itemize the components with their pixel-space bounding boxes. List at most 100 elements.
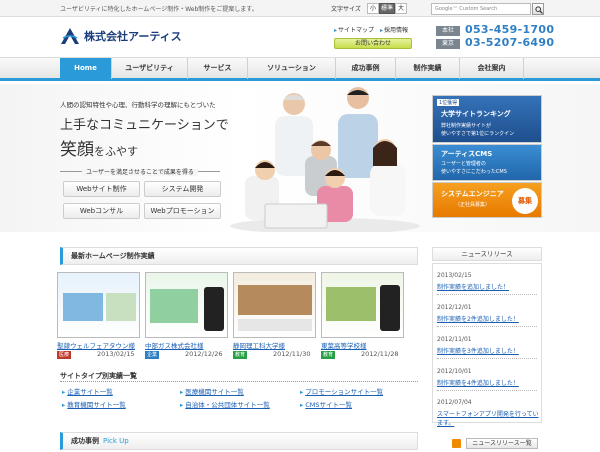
work-thumbnail[interactable] bbox=[233, 272, 316, 338]
office-label-tokyo: 東京 bbox=[436, 39, 460, 49]
rss-icon[interactable] bbox=[452, 439, 461, 448]
work-name[interactable]: 聖隷ウェルフェアタウン様 bbox=[57, 340, 135, 350]
sitemap-link[interactable]: サイトマップ bbox=[334, 25, 374, 34]
news-link[interactable]: 制作実績を2件追加しました！ bbox=[437, 314, 519, 323]
global-nav: Home ユーザビリティ サービス ソリューション 成功事例 制作実績 会社案内 bbox=[0, 57, 600, 81]
nav-usability[interactable]: ユーザビリティ bbox=[112, 58, 188, 79]
hero-banner: 人間の認知特性や心理、行動科学の理解にもとづいた 上手なコミュニケーションで 笑… bbox=[0, 84, 600, 232]
work-date: 2012/11/30 bbox=[273, 350, 311, 358]
search-input[interactable]: Google™ Custom Search bbox=[431, 3, 531, 15]
recruit-link[interactable]: 採用情報 bbox=[380, 25, 408, 34]
hero-headline: 上手なコミュニケーションで bbox=[60, 118, 229, 133]
divider bbox=[437, 294, 537, 295]
news-link[interactable]: 制作実績を4件追加しました！ bbox=[437, 378, 519, 387]
tel-honsha: 053-459-1700 bbox=[465, 23, 555, 36]
font-size-small-button[interactable]: 小 bbox=[367, 3, 379, 14]
public-sites-link[interactable]: 自治体・公共団体サイト一覧 bbox=[180, 399, 270, 409]
contact-button[interactable]: お問い合わせ bbox=[334, 38, 412, 49]
hero-headline-2: 笑顔をふやす bbox=[60, 140, 138, 160]
ranking-badge: 1位獲得 bbox=[437, 99, 460, 106]
work-name[interactable]: 静岡理工科大学様 bbox=[233, 340, 285, 350]
news-section-title: ニュースリリース bbox=[432, 247, 542, 261]
work-date: 2012/11/28 bbox=[361, 350, 399, 358]
nav-solution[interactable]: ソリューション bbox=[248, 58, 336, 79]
success-section-title: 成功事例 Pick Up bbox=[60, 432, 418, 450]
work-category-badge: 教育 bbox=[321, 351, 336, 359]
news-date: 2012/10/01 bbox=[437, 368, 472, 375]
corporate-sites-link[interactable]: 企業サイト一覧 bbox=[62, 386, 113, 396]
font-size-label: 文字サイズ bbox=[331, 6, 361, 13]
hero-mini-caption: ユーザーを満足させることで成果を得る bbox=[60, 169, 220, 181]
education-sites-link[interactable]: 教育機関サイト一覧 bbox=[62, 399, 126, 409]
medical-sites-link[interactable]: 医療機関サイト一覧 bbox=[180, 386, 244, 396]
company-logo[interactable]: 株式会社アーティス bbox=[60, 27, 182, 45]
work-date: 2012/12/26 bbox=[185, 350, 223, 358]
recruit-title: システムエンジニア bbox=[441, 190, 504, 198]
divider bbox=[60, 381, 418, 382]
news-link[interactable]: 制作実績を追加しました！ bbox=[437, 282, 509, 291]
web-site-button[interactable]: Webサイト制作 bbox=[63, 181, 140, 197]
divider bbox=[437, 326, 537, 327]
cms-text-1: ユーザーと管理者の bbox=[441, 161, 486, 167]
news-date: 2012/12/01 bbox=[437, 304, 472, 311]
news-list: 2013/02/15 制作実績を追加しました！ 2012/12/01 制作実績を… bbox=[432, 263, 542, 427]
nav-home[interactable]: Home bbox=[60, 58, 112, 79]
system-dev-button[interactable]: システム開発 bbox=[144, 181, 221, 197]
cms-sites-link[interactable]: CMSサイト一覧 bbox=[300, 399, 352, 409]
site-type-title: サイトタイプ別実績一覧 bbox=[60, 372, 137, 380]
works-list: 聖隷ウェルフェアタウン様 医療 2013/02/15 中部ガス株式会社様 企業 … bbox=[57, 272, 409, 359]
works-section-title: 最新ホームページ制作実績 bbox=[60, 247, 418, 265]
nav-works[interactable]: 制作実績 bbox=[396, 58, 460, 79]
work-date: 2013/02/15 bbox=[97, 350, 135, 358]
hero-subtitle: 人間の認知特性や心理、行動科学の理解にもとづいた bbox=[60, 101, 216, 109]
font-size-selector: 小 標準 大 bbox=[367, 3, 407, 14]
work-thumbnail[interactable] bbox=[321, 272, 404, 338]
font-size-normal-button[interactable]: 標準 bbox=[379, 3, 395, 14]
search-button[interactable] bbox=[532, 3, 544, 15]
pickup-label: Pick Up bbox=[103, 437, 129, 445]
family-photo-illustration bbox=[230, 87, 420, 232]
work-thumbnail[interactable] bbox=[145, 272, 228, 338]
cms-ad-banner[interactable]: アーティスCMS ユーザーと管理者の 使いやすさにこだわったCMS bbox=[432, 144, 542, 181]
cms-title: アーティスCMS bbox=[441, 150, 493, 158]
ranking-text-1: 弊社制作実績サイトが bbox=[441, 123, 492, 129]
site-header: 株式会社アーティス サイトマップ 採用情報 お問い合わせ 本社 053-459-… bbox=[0, 17, 600, 57]
ranking-title: 大学サイトランキング bbox=[441, 110, 511, 118]
news-link[interactable]: スマートフォンアプリ開発を行っています。 bbox=[437, 409, 541, 427]
promotion-sites-link[interactable]: プロモーションサイト一覧 bbox=[300, 386, 383, 396]
work-name[interactable]: 中部ガス株式会社様 bbox=[145, 340, 204, 350]
nav-service[interactable]: サービス bbox=[188, 58, 248, 79]
work-item[interactable]: 中部ガス株式会社様 企業 2012/12/26 bbox=[145, 272, 233, 359]
recruit-badge: 募集 bbox=[512, 188, 538, 214]
work-name[interactable]: 東葉高等学校様 bbox=[321, 340, 367, 350]
nav-company[interactable]: 会社案内 bbox=[460, 58, 524, 79]
news-link[interactable]: 制作実績を3件追加しました！ bbox=[437, 346, 519, 355]
site-tagline: ユーザビリティに特化したホームページ制作・Web制作をご提案します。 bbox=[60, 6, 258, 13]
web-consult-button[interactable]: Webコンサル bbox=[63, 203, 140, 219]
office-label-honsha: 本社 bbox=[436, 26, 460, 36]
divider bbox=[437, 390, 537, 391]
work-item[interactable]: 東葉高等学校様 教育 2012/11/28 bbox=[321, 272, 409, 359]
company-name: 株式会社アーティス bbox=[84, 30, 182, 43]
nav-success[interactable]: 成功事例 bbox=[336, 58, 396, 79]
search-icon bbox=[535, 6, 543, 14]
work-item[interactable]: 静岡理工科大学様 教育 2012/11/30 bbox=[233, 272, 321, 359]
work-thumbnail[interactable] bbox=[57, 272, 140, 338]
work-category-badge: 医療 bbox=[57, 351, 72, 359]
web-promotion-button[interactable]: Webプロモーション bbox=[144, 203, 221, 219]
news-date: 2012/11/01 bbox=[437, 336, 472, 343]
work-category-badge: 企業 bbox=[145, 351, 160, 359]
recruit-sub: （正社員募集） bbox=[455, 202, 491, 208]
news-date: 2012/07/04 bbox=[437, 399, 472, 406]
work-category-badge: 教育 bbox=[233, 351, 248, 359]
font-size-large-button[interactable]: 大 bbox=[395, 3, 407, 14]
ranking-ad-banner[interactable]: 1位獲得 大学サイトランキング 弊社制作実績サイトが 使いやすさで第1位にランク… bbox=[432, 95, 542, 143]
work-item[interactable]: 聖隷ウェルフェアタウン様 医療 2013/02/15 bbox=[57, 272, 145, 359]
logo-mark-icon bbox=[61, 28, 79, 44]
news-list-button[interactable]: ニュースリリース一覧 bbox=[466, 438, 538, 449]
recruit-ad-banner[interactable]: システムエンジニア （正社員募集） 募集 bbox=[432, 182, 542, 218]
cms-text-2: 使いやすさにこだわったCMS bbox=[441, 169, 507, 175]
divider bbox=[437, 358, 537, 359]
ranking-text-2: 使いやすさで第1位にランクイン bbox=[441, 131, 515, 137]
news-date: 2013/02/15 bbox=[437, 272, 472, 279]
